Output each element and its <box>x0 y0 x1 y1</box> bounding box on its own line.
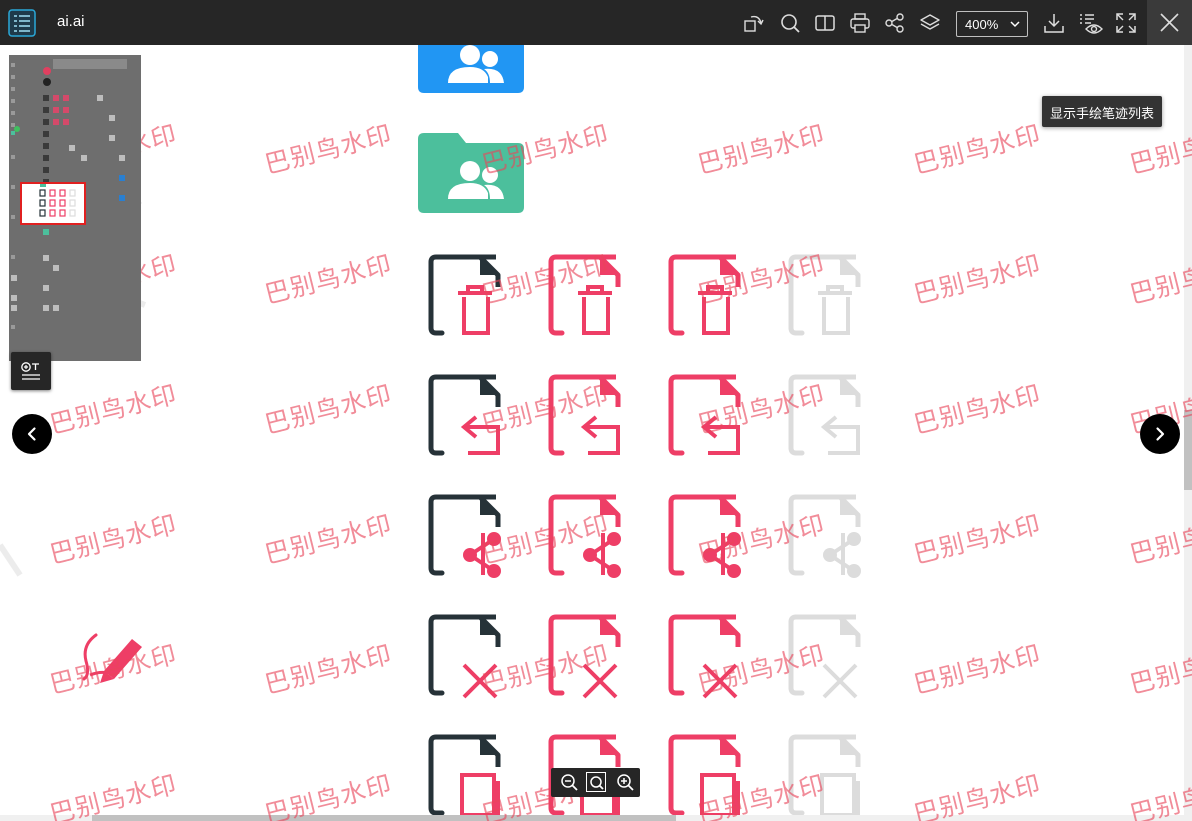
file-delete-icon[interactable] <box>548 253 628 343</box>
split-view-button[interactable] <box>814 12 836 34</box>
horizontal-scroll-thumb[interactable] <box>92 815 676 821</box>
split-view-icon <box>815 15 835 31</box>
horizontal-scrollbar[interactable] <box>0 815 1192 821</box>
file-return-icon[interactable] <box>428 373 508 463</box>
close-button[interactable] <box>1147 0 1192 45</box>
file-delete-icon[interactable] <box>668 253 748 343</box>
file-return-icon[interactable] <box>788 373 868 463</box>
print-icon <box>850 13 870 33</box>
viewer-app: 巴别鸟水印 巴别鸟水印 巴别鸟水印 巴别鸟水印 巴别鸟水印 巴别鸟水印 巴别鸟水印 巴别鸟水印… <box>0 0 1192 821</box>
file-share-icon[interactable] <box>548 493 628 583</box>
file-share-icon[interactable] <box>788 493 868 583</box>
zoom-out-button[interactable] <box>559 772 579 792</box>
vertical-scrollbar[interactable] <box>1184 45 1192 815</box>
zoom-text-icon <box>21 362 40 380</box>
file-close-icon[interactable] <box>548 613 628 703</box>
print-button[interactable] <box>849 12 871 34</box>
search-button[interactable] <box>779 12 801 34</box>
thumbnail-viewport-frame[interactable] <box>20 182 86 225</box>
file-close-icon[interactable] <box>788 613 868 703</box>
share-button[interactable] <box>884 12 906 34</box>
shared-folder-blue-icon[interactable] <box>418 45 524 93</box>
annotation-list-icon <box>1080 14 1103 34</box>
top-toolbar: ai.ai 400% <box>0 0 1192 45</box>
annotation-list-button[interactable] <box>1078 12 1104 34</box>
search-icon <box>781 14 800 33</box>
zoom-fit-button[interactable] <box>586 772 606 792</box>
layers-button[interactable] <box>919 12 941 34</box>
file-return-icon[interactable] <box>668 373 748 463</box>
download-button[interactable] <box>1043 12 1065 34</box>
rotate-button[interactable] <box>743 12 765 34</box>
close-icon <box>1160 13 1179 32</box>
fullscreen-button[interactable] <box>1115 12 1137 34</box>
file-share-icon[interactable] <box>428 493 508 583</box>
document-canvas[interactable] <box>0 45 1192 821</box>
share-icon <box>885 13 904 33</box>
next-page-button[interactable] <box>1140 414 1180 454</box>
chevron-down-icon <box>1010 21 1020 28</box>
file-close-icon[interactable] <box>428 613 508 703</box>
chevron-left-icon <box>27 427 36 441</box>
file-copy-icon[interactable] <box>668 733 748 821</box>
file-share-icon[interactable] <box>668 493 748 583</box>
zoom-fit-icon <box>590 776 604 790</box>
file-return-icon[interactable] <box>548 373 628 463</box>
zoom-level-select[interactable]: 400% <box>956 11 1028 37</box>
file-close-icon[interactable] <box>668 613 748 703</box>
fullscreen-icon <box>1116 13 1136 33</box>
document-list-icon[interactable] <box>8 9 36 37</box>
file-copy-icon[interactable] <box>428 733 508 821</box>
thumbnail-toggle-button[interactable] <box>11 352 51 390</box>
zoom-out-icon <box>561 774 578 791</box>
file-delete-icon[interactable] <box>428 253 508 343</box>
tooltip: 显示手绘笔迹列表 <box>1042 96 1163 127</box>
zoom-level-value: 400% <box>965 17 999 32</box>
shared-folder-green-icon[interactable] <box>418 133 524 213</box>
file-delete-icon[interactable] <box>788 253 868 343</box>
file-copy-icon[interactable] <box>788 733 868 821</box>
download-icon <box>1044 14 1064 33</box>
rotate-icon <box>744 15 764 32</box>
zoom-in-button[interactable] <box>615 772 635 792</box>
chevron-right-icon <box>1156 427 1165 441</box>
file-name: ai.ai <box>57 13 85 30</box>
zoom-in-icon <box>617 774 634 791</box>
prev-page-button[interactable] <box>12 414 52 454</box>
zoom-controls <box>551 768 640 797</box>
vertical-scroll-thumb[interactable] <box>1184 410 1192 490</box>
pen-annotation-icon <box>82 633 142 683</box>
layers-icon <box>920 14 940 30</box>
